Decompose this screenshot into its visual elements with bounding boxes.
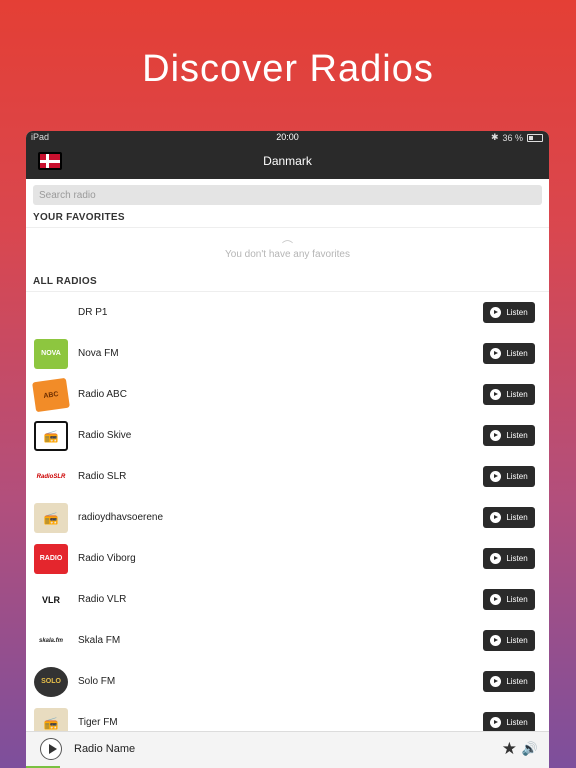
- radio-row[interactable]: 📻 radioydhavsoerene Listen: [26, 497, 549, 538]
- all-radios-heading: ALL RADIOS: [26, 273, 549, 292]
- battery-percent: 36 %: [502, 132, 523, 143]
- play-circle-icon: [490, 389, 502, 400]
- radio-logo: ABC: [32, 377, 70, 412]
- radio-row[interactable]: DR P1 Listen: [26, 292, 549, 333]
- listen-label: Listen: [506, 472, 528, 481]
- radio-logo: [34, 298, 68, 328]
- listen-label: Listen: [506, 636, 528, 645]
- listen-label: Listen: [506, 349, 528, 358]
- radio-name: DR P1: [78, 307, 108, 318]
- radio-name: Radio VLR: [78, 594, 127, 605]
- listen-button[interactable]: Listen: [483, 589, 535, 610]
- play-circle-icon: [490, 471, 502, 482]
- favorites-empty-text: You don't have any favorites: [225, 249, 350, 260]
- radio-name: Skala FM: [78, 635, 121, 646]
- status-right: ✱ 36 %: [491, 132, 543, 143]
- page-title: Danmark: [263, 154, 312, 168]
- radio-logo: RADIO: [34, 543, 68, 574]
- radio-logo: VLR: [34, 584, 68, 615]
- battery-icon: [527, 133, 543, 142]
- radio-row[interactable]: RADIO Radio Viborg Listen: [26, 538, 549, 579]
- listen-button[interactable]: Listen: [483, 507, 535, 528]
- listen-label: Listen: [506, 595, 528, 604]
- now-playing-name: Radio Name: [74, 743, 136, 755]
- listen-button[interactable]: Listen: [483, 671, 535, 692]
- listen-label: Listen: [506, 677, 528, 686]
- listen-label: Listen: [506, 308, 528, 317]
- listen-button[interactable]: Listen: [483, 343, 535, 364]
- radio-logo: skala.fm: [34, 625, 68, 656]
- listen-label: Listen: [506, 718, 528, 727]
- radio-logo: NOVA: [34, 338, 68, 369]
- radio-logo: 📻: [34, 502, 68, 533]
- listen-button[interactable]: Listen: [483, 466, 535, 487]
- radio-list: DR P1 Listen NOVA Nova FM Listen ABC Radio ABC…: [26, 292, 549, 743]
- listen-label: Listen: [506, 431, 528, 440]
- clock: 20:00: [276, 132, 299, 142]
- play-circle-icon: [490, 553, 502, 564]
- listen-button[interactable]: Listen: [483, 384, 535, 405]
- play-circle-icon: [490, 635, 502, 646]
- radio-name: Tiger FM: [78, 717, 118, 728]
- radio-name: Radio ABC: [78, 389, 127, 400]
- volume-icon[interactable]: 🔊: [522, 741, 538, 757]
- star-icon[interactable]: ★: [502, 739, 517, 759]
- listen-button[interactable]: Listen: [483, 630, 535, 651]
- radio-row[interactable]: VLR Radio VLR Listen: [26, 579, 549, 620]
- listen-button[interactable]: Listen: [483, 548, 535, 569]
- radio-row[interactable]: skala.fm Skala FM Listen: [26, 620, 549, 661]
- play-circle-icon: [490, 512, 502, 523]
- radio-name: Radio SLR: [78, 471, 127, 482]
- radio-row[interactable]: RadioSLR Radio SLR Listen: [26, 456, 549, 497]
- listen-button[interactable]: Listen: [483, 302, 535, 323]
- radio-row[interactable]: ABC Radio ABC Listen: [26, 374, 549, 415]
- device-screen: iPad 20:00 ✱ 36 % Danmark YOUR FAVORITES…: [26, 131, 549, 768]
- listen-label: Listen: [506, 554, 528, 563]
- radio-logo: 📻: [34, 420, 68, 451]
- play-circle-icon: [490, 348, 502, 359]
- play-circle-icon: [490, 717, 502, 728]
- favorites-heading: YOUR FAVORITES: [26, 209, 549, 228]
- listen-label: Listen: [506, 513, 528, 522]
- radio-name: Solo FM: [78, 676, 116, 687]
- radio-row[interactable]: 📻 Radio Skive Listen: [26, 415, 549, 456]
- favorites-empty-state: ︵ You don't have any favorites: [26, 228, 549, 273]
- radio-row[interactable]: NOVA Nova FM Listen: [26, 333, 549, 374]
- search-input[interactable]: [33, 185, 542, 205]
- headline: Discover Radios: [142, 48, 434, 90]
- bluetooth-icon: ✱: [490, 132, 499, 142]
- play-circle-icon: [490, 594, 502, 605]
- radio-name: Radio Skive: [78, 430, 132, 441]
- nav-bar: Danmark: [26, 144, 549, 179]
- sad-face-icon: ︵: [282, 233, 293, 245]
- listen-button[interactable]: Listen: [483, 712, 535, 733]
- radio-logo: RadioSLR: [34, 461, 68, 492]
- play-circle-icon: [490, 676, 502, 687]
- radio-name: Nova FM: [78, 348, 119, 359]
- status-bar: iPad 20:00 ✱ 36 %: [26, 131, 549, 144]
- player-bar: Radio Name ★ 🔊: [26, 731, 549, 768]
- play-circle-icon: [490, 307, 502, 318]
- play-button[interactable]: [40, 738, 62, 760]
- listen-label: Listen: [506, 390, 528, 399]
- listen-button[interactable]: Listen: [483, 425, 535, 446]
- radio-name: radioydhavsoerene: [78, 512, 164, 523]
- play-circle-icon: [490, 430, 502, 441]
- radio-name: Radio Viborg: [78, 553, 136, 564]
- radio-logo: SOLO: [34, 666, 68, 697]
- radio-row[interactable]: SOLO Solo FM Listen: [26, 661, 549, 702]
